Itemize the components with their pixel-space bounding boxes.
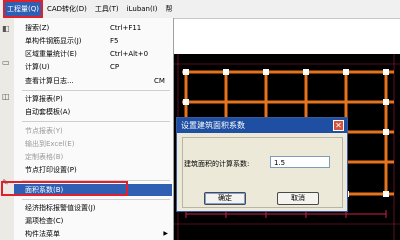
toolbar-icon[interactable]: ▭ [2, 58, 12, 67]
menu-tools[interactable]: 工具(T) [91, 0, 123, 18]
menu-item-calculate[interactable]: 计算(U) CP [14, 61, 172, 73]
quantity-dropdown-menu: 搜索(Z) Ctrl+F11 单构件钢筋显示(J) F5 区域重量统计(E) C… [14, 18, 174, 240]
submenu-arrow-icon: ▶ [163, 230, 168, 237]
menu-iluban[interactable]: iLuban(I) [123, 0, 162, 18]
menu-quantity[interactable]: 工程量(Q) [3, 0, 43, 18]
toolbar-icon[interactable]: ◫ [2, 92, 12, 101]
menu-item-missing-check[interactable]: 漏项检查(C) [14, 215, 172, 227]
toolbar-icon[interactable]: ◧ [2, 24, 12, 33]
highlight-box [1, 181, 128, 196]
menu-separator [22, 121, 170, 122]
menu-item-export-excel[interactable]: 输出到Excel(E) [14, 138, 172, 150]
coefficient-label: 建筑面积的计算系数: [184, 160, 250, 168]
menu-item-econ-alarm[interactable]: 经济指标报警值设置(J) [14, 202, 172, 214]
menu-item-node-print[interactable]: 节点打印设置(P) [14, 164, 172, 176]
ok-button[interactable]: 确定 [204, 192, 246, 205]
menu-cad-convert[interactable]: CAD转化(D) [43, 0, 91, 18]
menu-item-custom-table[interactable]: 定制表格(B) [14, 151, 172, 163]
menu-separator [22, 90, 170, 91]
menu-item-auto-template[interactable]: 自动套模板(A) [14, 106, 172, 118]
menu-item-search[interactable]: 搜索(Z) Ctrl+F11 [14, 22, 172, 34]
menu-item-node-report[interactable]: 节点报表(Y) [14, 125, 172, 137]
menubar: 工程量(Q) CAD转化(D) 工具(T) iLuban(I) 帮 [0, 0, 400, 19]
menu-separator [22, 199, 170, 200]
cancel-button[interactable]: 取消 [277, 192, 319, 205]
menu-item-region-weight[interactable]: 区域重量统计(E) Ctrl+Alt+0 [14, 48, 172, 60]
dialog-title: 设置建筑面积系数 [177, 118, 347, 133]
left-toolbar: ◧ ▭ ◫ ✎ [0, 18, 15, 240]
close-icon[interactable]: ✕ [333, 120, 344, 131]
menu-item-component-method[interactable]: 构件法菜单 ▶ [14, 228, 172, 240]
menu-item-single-rebar[interactable]: 单构件钢筋显示(J) F5 [14, 35, 172, 47]
menu-help[interactable]: 帮 [162, 0, 177, 18]
menu-item-calc-report[interactable]: 计算报表(P) [14, 93, 172, 105]
coefficient-input[interactable]: 1.5 [270, 156, 330, 168]
area-coefficient-dialog: 设置建筑面积系数 ✕ 建筑面积的计算系数: 1.5 确定 取消 [176, 117, 348, 212]
menu-item-calc-log[interactable]: 查看计算日志... CM [14, 75, 172, 87]
